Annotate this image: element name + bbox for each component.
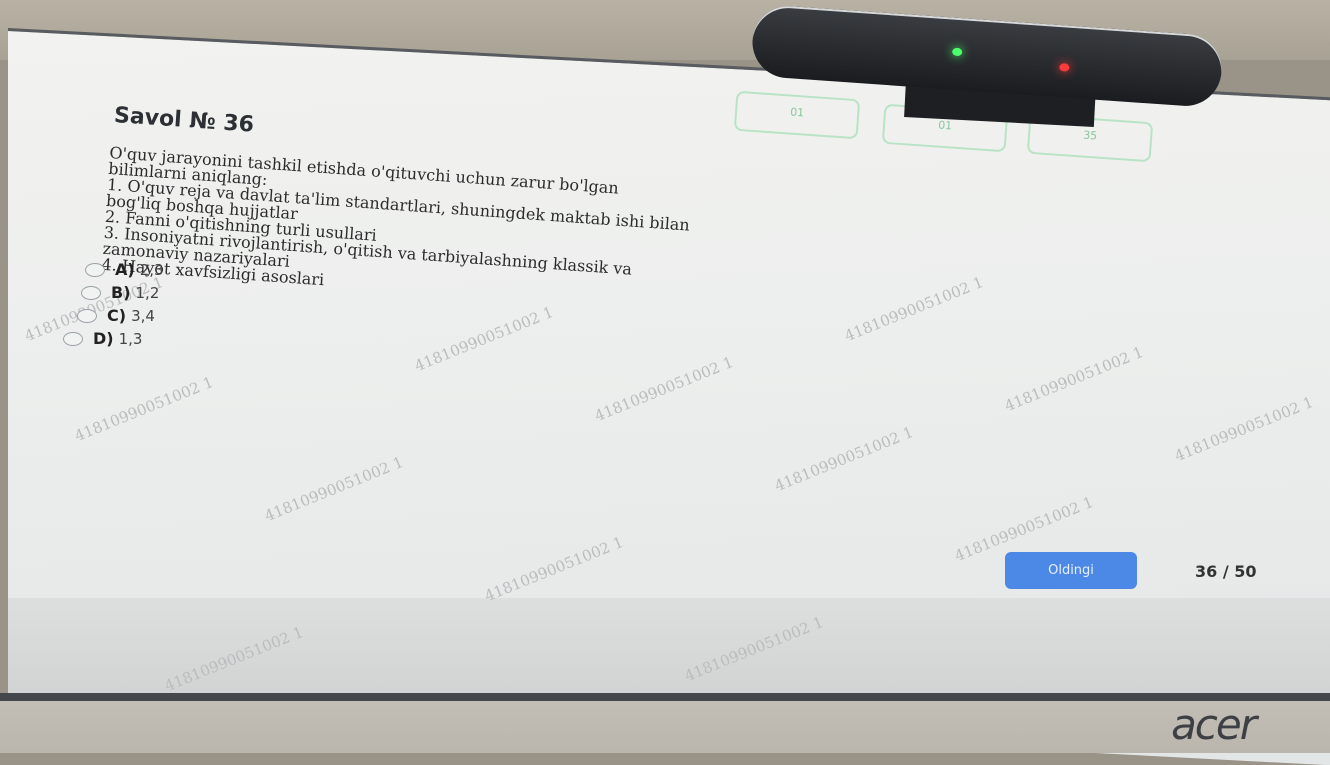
answer-option-b[interactable]: B) 1,2 <box>81 281 164 304</box>
option-key: D) <box>93 329 114 348</box>
green-led-icon <box>951 47 963 57</box>
red-led-icon <box>1059 63 1070 72</box>
radio-button[interactable] <box>81 285 101 300</box>
radio-button[interactable] <box>85 262 105 277</box>
radio-button[interactable] <box>63 331 83 346</box>
previous-button[interactable]: Oldingi <box>1005 552 1137 589</box>
answer-option-a[interactable]: A) 2,3 <box>85 258 164 281</box>
brand-logo: acer <box>1171 700 1257 749</box>
answer-options: A) 2,3 B) 1,2 C) 3,4 D) 1,3 <box>63 258 164 350</box>
question-title: Savol № 36 <box>113 103 255 138</box>
watermark: 41810990051002 1 <box>412 302 556 376</box>
option-value: 1,3 <box>118 329 143 348</box>
option-key: B) <box>111 283 131 302</box>
answer-option-d[interactable]: D) 1,3 <box>63 327 164 350</box>
monitor-bezel <box>0 693 1330 753</box>
watermark: 41810990051002 1 <box>482 532 626 606</box>
watermark: 41810990051002 1 <box>592 352 736 426</box>
watermark: 41810990051002 1 <box>262 452 406 526</box>
option-key: C) <box>107 306 127 325</box>
watermark: 41810990051002 1 <box>1002 342 1146 416</box>
watermark: 41810990051002 1 <box>772 422 916 496</box>
question-text: O'quv jarayonini tashkil etishda o'qituv… <box>101 143 1048 338</box>
option-value: 3,4 <box>131 306 155 325</box>
answer-option-c[interactable]: C) 3,4 <box>77 304 164 327</box>
watermark: 41810990051002 1 <box>72 372 216 446</box>
option-value: 1,2 <box>135 283 160 302</box>
watermark: 41810990051002 1 <box>682 612 826 686</box>
question-counter: 36 / 50 <box>1195 562 1257 581</box>
timer-hours: 01 <box>733 90 861 140</box>
radio-button[interactable] <box>77 308 97 323</box>
option-value: 2,3 <box>139 260 164 279</box>
watermark: 41810990051002 1 <box>1172 392 1316 466</box>
exam-page: 41810990051002 1 41810990051002 1 418109… <box>0 0 1330 753</box>
option-key: A) <box>115 260 135 279</box>
watermark: 41810990051002 1 <box>162 622 306 696</box>
